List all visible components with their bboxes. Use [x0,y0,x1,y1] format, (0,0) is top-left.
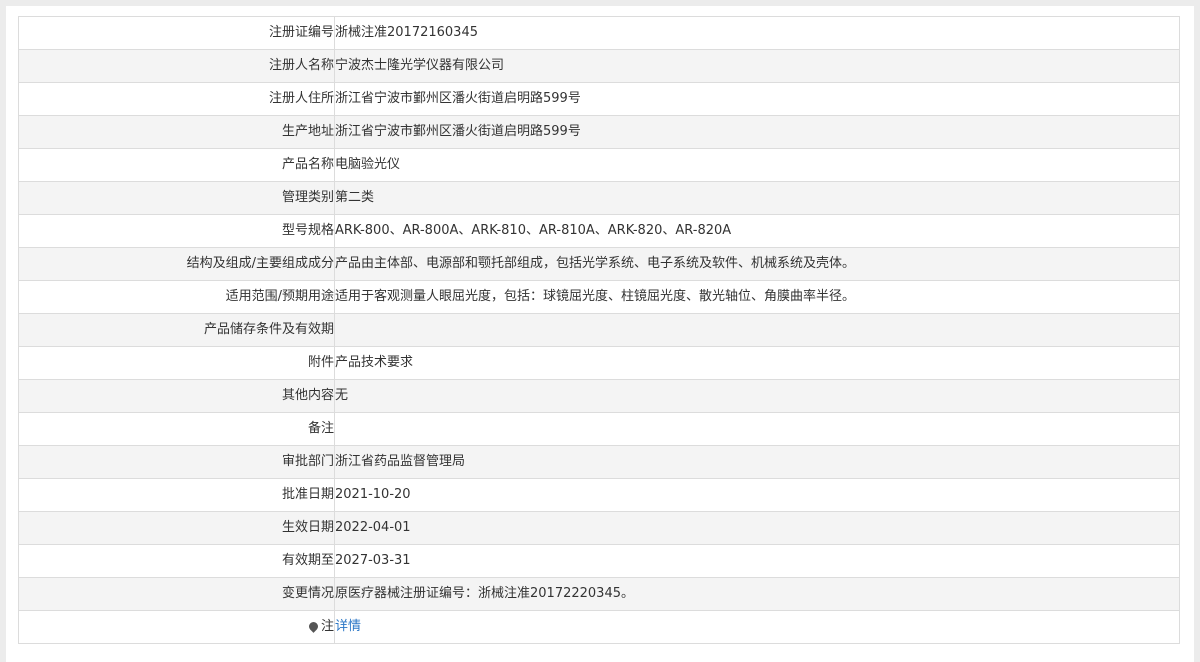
note-label: 注 [18,610,335,644]
table-row: 变更情况 原医疗器械注册证编号：浙械注准20172220345。 [18,577,1180,611]
note-row: 注 详情 [18,610,1180,644]
row-value: ARK-800、AR-800A、ARK-810、AR-810A、ARK-820、… [334,214,1180,248]
table-row: 生效日期 2022-04-01 [18,511,1180,545]
row-label: 型号规格 [18,214,335,248]
row-value: 第二类 [334,181,1180,215]
table-row: 产品名称 电脑验光仪 [18,148,1180,182]
row-label: 管理类别 [18,181,335,215]
row-value: 浙江省药品监督管理局 [334,445,1180,479]
table-row: 适用范围/预期用途 适用于客观测量人眼屈光度，包括：球镜屈光度、柱镜屈光度、散光… [18,280,1180,314]
row-label: 注册证编号 [18,16,335,50]
note-value: 详情 [334,610,1180,644]
table-row: 注册证编号 浙械注准20172160345 [18,16,1180,50]
row-label: 产品名称 [18,148,335,182]
table-row: 批准日期 2021-10-20 [18,478,1180,512]
row-label: 其他内容 [18,379,335,413]
row-value: 电脑验光仪 [334,148,1180,182]
table-row: 生产地址 浙江省宁波市鄞州区潘火街道启明路599号 [18,115,1180,149]
row-value [334,313,1180,347]
row-value: 无 [334,379,1180,413]
page-frame: 注册证编号 浙械注准20172160345 注册人名称 宁波杰士隆光学仪器有限公… [6,6,1194,662]
row-value: 浙江省宁波市鄞州区潘火街道启明路599号 [334,115,1180,149]
registration-detail-table: 注册证编号 浙械注准20172160345 注册人名称 宁波杰士隆光学仪器有限公… [18,16,1180,644]
row-label: 变更情况 [18,577,335,611]
row-value: 产品由主体部、电源部和颚托部组成，包括光学系统、电子系统及软件、机械系统及壳体。 [334,247,1180,281]
row-value [334,412,1180,446]
row-label: 注册人住所 [18,82,335,116]
table-row: 有效期至 2027-03-31 [18,544,1180,578]
row-value: 浙械注准20172160345 [334,16,1180,50]
row-label: 产品储存条件及有效期 [18,313,335,347]
row-value: 原医疗器械注册证编号：浙械注准20172220345。 [334,577,1180,611]
details-link[interactable]: 详情 [336,619,362,634]
table-row: 型号规格 ARK-800、AR-800A、ARK-810、AR-810A、ARK… [18,214,1180,248]
row-label: 结构及组成/主要组成成分 [18,247,335,281]
note-label-text: 注 [320,619,334,634]
row-value: 产品技术要求 [334,346,1180,380]
table-row: 其他内容 无 [18,379,1180,413]
row-label: 注册人名称 [18,49,335,83]
row-label: 生效日期 [18,511,335,545]
row-label: 有效期至 [18,544,335,578]
row-label: 备注 [18,412,335,446]
map-pin-icon [307,620,320,633]
table-row: 注册人住所 浙江省宁波市鄞州区潘火街道启明路599号 [18,82,1180,116]
table-row: 审批部门 浙江省药品监督管理局 [18,445,1180,479]
table-row: 附件 产品技术要求 [18,346,1180,380]
table-row: 管理类别 第二类 [18,181,1180,215]
table-row: 注册人名称 宁波杰士隆光学仪器有限公司 [18,49,1180,83]
row-label: 审批部门 [18,445,335,479]
row-value: 2027-03-31 [334,544,1180,578]
row-value: 2021-10-20 [334,478,1180,512]
row-value: 浙江省宁波市鄞州区潘火街道启明路599号 [334,82,1180,116]
row-value: 适用于客观测量人眼屈光度，包括：球镜屈光度、柱镜屈光度、散光轴位、角膜曲率半径。 [334,280,1180,314]
row-label: 附件 [18,346,335,380]
table-row: 产品储存条件及有效期 [18,313,1180,347]
row-label: 适用范围/预期用途 [18,280,335,314]
row-value: 宁波杰士隆光学仪器有限公司 [334,49,1180,83]
row-label: 批准日期 [18,478,335,512]
row-value: 2022-04-01 [334,511,1180,545]
table-row: 结构及组成/主要组成成分 产品由主体部、电源部和颚托部组成，包括光学系统、电子系… [18,247,1180,281]
table-row: 备注 [18,412,1180,446]
row-label: 生产地址 [18,115,335,149]
